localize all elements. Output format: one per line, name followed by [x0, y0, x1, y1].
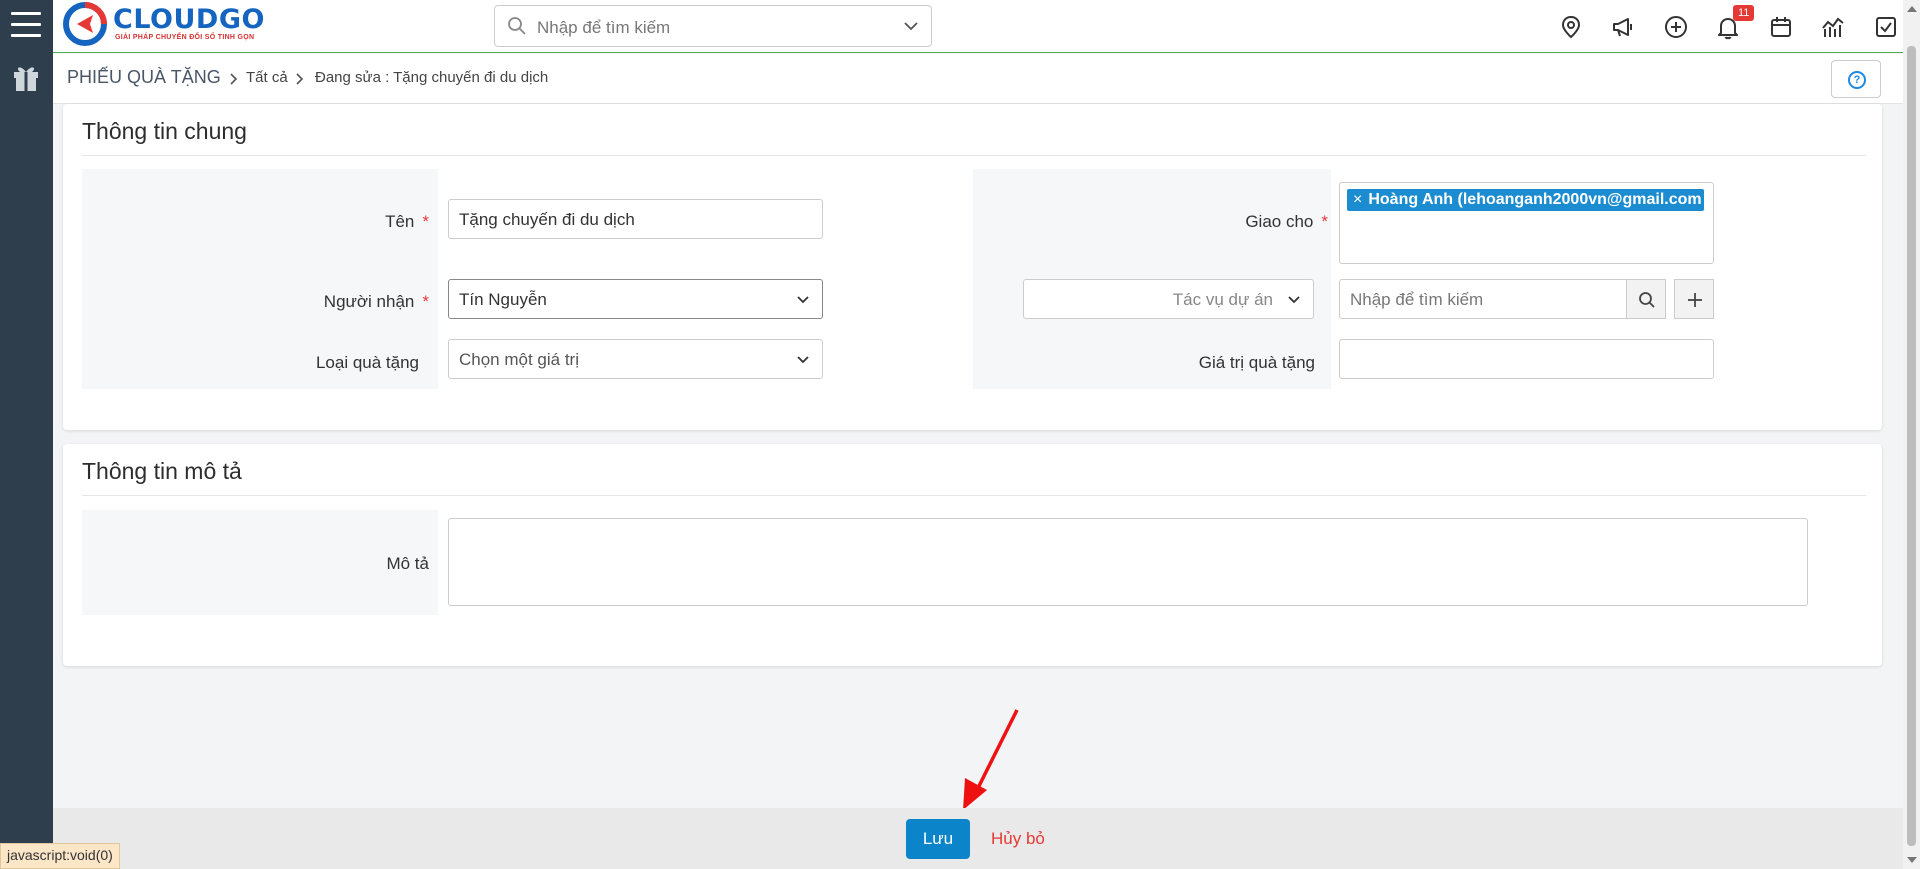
description-textarea[interactable]: [448, 518, 1808, 606]
assigned-to-multiselect[interactable]: × Hoàng Anh (lehoanganh2000vn@gmail.com: [1339, 182, 1714, 264]
section-title: Thông tin chung: [82, 118, 247, 144]
chevron-down-icon[interactable]: [903, 20, 919, 32]
brand-name: CLOUDGO: [113, 4, 265, 35]
assigned-to-field-label: Giao cho *: [1245, 212, 1328, 231]
cancel-link[interactable]: Hủy bỏ: [991, 829, 1045, 849]
global-search-placeholder: Nhập để tìm kiếm: [537, 18, 671, 37]
name-field[interactable]: Tặng chuyến đi du dịch: [448, 199, 823, 239]
project-task-select[interactable]: Tác vụ dự án: [1023, 279, 1314, 319]
analytics-chart-icon[interactable]: [1820, 14, 1846, 40]
brand-tagline: GIẢI PHÁP CHUYỂN ĐỔI SỐ TINH GỌN: [115, 34, 255, 41]
assigned-user-tag: × Hoàng Anh (lehoanganh2000vn@gmail.com: [1347, 189, 1704, 211]
chevron-down-icon: [797, 356, 809, 364]
section-title: Thông tin mô tả: [82, 458, 242, 484]
calendar-icon[interactable]: [1768, 14, 1794, 40]
help-question-icon: ?: [1848, 71, 1866, 89]
label-column: [82, 510, 438, 615]
global-search-input[interactable]: Nhập để tìm kiếm: [494, 5, 932, 47]
form-content: Thông tin chung Tên * Tặng chuyến đi du d…: [53, 104, 1903, 714]
gift-icon[interactable]: [12, 62, 40, 92]
scroll-down-icon[interactable]: [1907, 857, 1917, 863]
breadcrumb-current: Đang sửa : Tặng chuyến đi du dịch: [315, 69, 549, 86]
chevron-down-icon: [1288, 296, 1300, 304]
description-section: Thông tin mô tả Mô tả: [63, 444, 1882, 666]
breadcrumb-module[interactable]: PHIẾU QUÀ TẶNG: [67, 67, 221, 88]
chevron-right-icon: [296, 73, 304, 85]
scrollbar-thumb[interactable]: [1907, 46, 1916, 846]
notification-count-badge: 11: [1733, 5, 1755, 21]
brand-logo-mark-icon: [63, 2, 107, 46]
section-divider: [82, 495, 1866, 496]
gift-value-field[interactable]: [1339, 339, 1714, 379]
form-action-bar: Lưu Hủy bỏ: [53, 808, 1903, 869]
menu-toggle-icon[interactable]: [11, 12, 41, 38]
add-related-button[interactable]: [1674, 279, 1714, 319]
location-pin-icon[interactable]: [1558, 14, 1584, 40]
section-divider: [82, 155, 1866, 156]
brand-logo[interactable]: CLOUDGO GIẢI PHÁP CHUYỂN ĐỔI SỐ TINH GỌN: [63, 2, 265, 48]
chevron-right-icon: [230, 73, 238, 85]
top-navbar: CLOUDGO GIẢI PHÁP CHUYỂN ĐỔI SỐ TINH GỌN…: [53, 0, 1903, 53]
gift-value-field-label: Giá trị quà tặng: [1198, 353, 1315, 372]
search-icon: [1639, 292, 1655, 308]
left-sidebar: [0, 0, 53, 869]
recipient-select[interactable]: Tín Nguyễn: [448, 279, 823, 319]
plus-icon: [1688, 293, 1702, 307]
breadcrumb: PHIẾU QUÀ TẶNG Tất cả Đang sửa : Tặng ch…: [53, 54, 1903, 104]
related-search-button[interactable]: [1626, 279, 1666, 319]
notifications-button[interactable]: 11: [1715, 5, 1755, 40]
page-scrollbar[interactable]: [1903, 0, 1920, 869]
annotation-arrow-icon: [963, 709, 1019, 810]
general-info-section: Thông tin chung Tên * Tặng chuyến đi du d…: [63, 104, 1882, 430]
gift-type-field-label: Loại quà tặng: [315, 353, 419, 372]
description-field-label: Mô tả: [386, 554, 429, 573]
help-button[interactable]: ?: [1831, 60, 1881, 98]
save-button[interactable]: Lưu: [906, 819, 970, 859]
add-circle-icon[interactable]: [1663, 14, 1689, 40]
status-url-bar: javascript:void(0): [0, 843, 120, 869]
related-search-input[interactable]: Nhập để tìm kiếm: [1339, 279, 1627, 319]
chevron-down-icon: [797, 296, 809, 304]
search-icon: [508, 17, 526, 35]
task-checkbox-icon[interactable]: [1873, 14, 1899, 40]
megaphone-icon[interactable]: [1610, 14, 1636, 40]
scroll-up-icon[interactable]: [1907, 6, 1917, 12]
remove-tag-icon[interactable]: ×: [1353, 191, 1362, 208]
name-field-label: Tên *: [385, 212, 429, 231]
gift-type-select[interactable]: Chọn một giá trị: [448, 339, 823, 379]
breadcrumb-all[interactable]: Tất cả: [246, 69, 288, 86]
recipient-field-label: Người nhận *: [323, 292, 429, 311]
